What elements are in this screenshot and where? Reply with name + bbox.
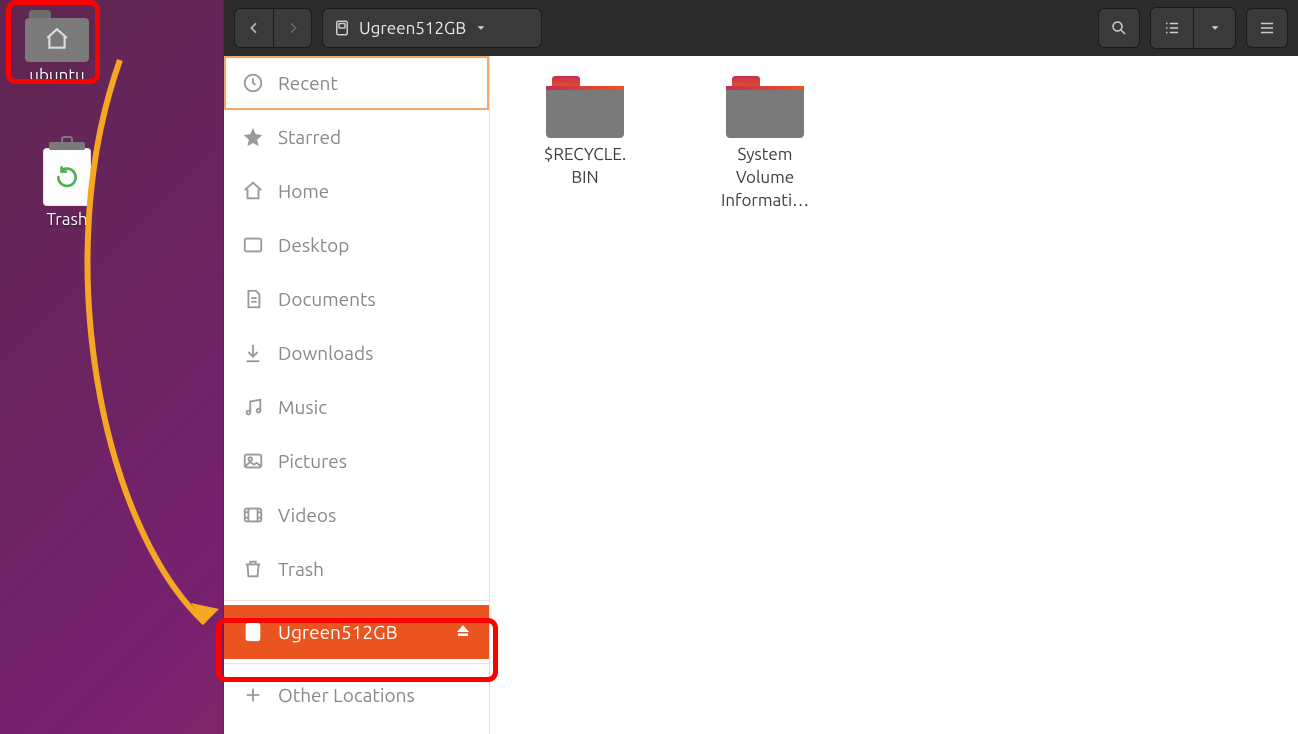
sidebar-item-label: Home [278,180,329,202]
drive-icon [242,621,264,643]
folder-label: System Volume Informati… [721,144,809,213]
star-icon [242,126,264,148]
view-options-button[interactable] [1193,8,1235,48]
titlebar: Ugreen512GB [224,0,1298,56]
sidebar-item-recent[interactable]: Recent [224,56,489,110]
file-manager-window: Ugreen512GB Recent Starred [224,0,1298,734]
sidebar-item-label: Trash [278,558,324,580]
desktop-home-label: ubuntu [29,66,84,85]
sidebar-item-other-locations[interactable]: Other Locations [224,668,489,722]
eject-icon [455,623,471,639]
location-pathbar[interactable]: Ugreen512GB [322,8,542,48]
sidebar-item-label: Ugreen512GB [278,621,398,643]
list-icon [1163,19,1181,37]
list-view-button[interactable] [1151,8,1193,48]
folder-content[interactable]: $RECYCLE. BIN System Volume Informati… [490,56,1298,734]
desktop-trash[interactable]: Trash [22,148,112,229]
music-icon [242,396,264,418]
drive-icon [333,19,351,37]
download-icon [242,342,264,364]
sidebar-separator [224,600,489,601]
search-button[interactable] [1098,8,1140,48]
sidebar-item-label: Pictures [278,450,347,472]
menu-icon [1258,19,1276,37]
chevron-down-icon [1208,21,1222,35]
nav-buttons [234,8,312,48]
sidebar-item-music[interactable]: Music [224,380,489,434]
sidebar-item-device-ugreen[interactable]: Ugreen512GB [224,605,489,659]
folder-icon [546,76,624,138]
location-label: Ugreen512GB [359,19,466,38]
desktop: ubuntu Trash [0,0,224,734]
picture-icon [242,450,264,472]
clock-icon [242,72,264,94]
chevron-down-icon [474,21,488,35]
folder-system-volume-information[interactable]: System Volume Informati… [700,76,830,213]
sidebar-item-desktop[interactable]: Desktop [224,218,489,272]
sidebar-item-documents[interactable]: Documents [224,272,489,326]
sidebar-item-label: Other Locations [278,684,415,706]
home-icon [242,180,264,202]
search-icon [1110,19,1128,37]
sidebar-item-downloads[interactable]: Downloads [224,326,489,380]
back-button[interactable] [235,9,273,47]
sidebar-item-label: Recent [278,72,338,94]
desktop-home-folder[interactable]: ubuntu [12,10,102,85]
sidebar-item-label: Music [278,396,327,418]
folder-icon [726,76,804,138]
trash-icon [43,148,91,206]
sidebar-item-starred[interactable]: Starred [224,110,489,164]
sidebar-item-home[interactable]: Home [224,164,489,218]
document-icon [242,288,264,310]
eject-button[interactable] [455,621,471,643]
desktop-icon [242,234,264,256]
forward-button[interactable] [273,9,311,47]
sidebar-item-label: Documents [278,288,376,310]
folder-icon [25,10,89,62]
sidebar-item-label: Downloads [278,342,373,364]
sidebar: Recent Starred Home Desktop Documents Do… [224,56,490,734]
video-icon [242,504,264,526]
window-body: Recent Starred Home Desktop Documents Do… [224,56,1298,734]
hamburger-menu-button[interactable] [1246,8,1288,48]
sidebar-item-trash[interactable]: Trash [224,542,489,596]
folder-label: $RECYCLE. BIN [544,144,626,190]
sidebar-item-label: Desktop [278,234,349,256]
plus-icon [242,684,264,706]
sidebar-item-pictures[interactable]: Pictures [224,434,489,488]
sidebar-separator [224,663,489,664]
sidebar-item-videos[interactable]: Videos [224,488,489,542]
view-controls [1150,7,1236,49]
sidebar-item-label: Videos [278,504,336,526]
trash-icon [242,558,264,580]
sidebar-item-label: Starred [278,126,341,148]
desktop-trash-label: Trash [46,210,87,229]
folder-recycle-bin[interactable]: $RECYCLE. BIN [520,76,650,190]
